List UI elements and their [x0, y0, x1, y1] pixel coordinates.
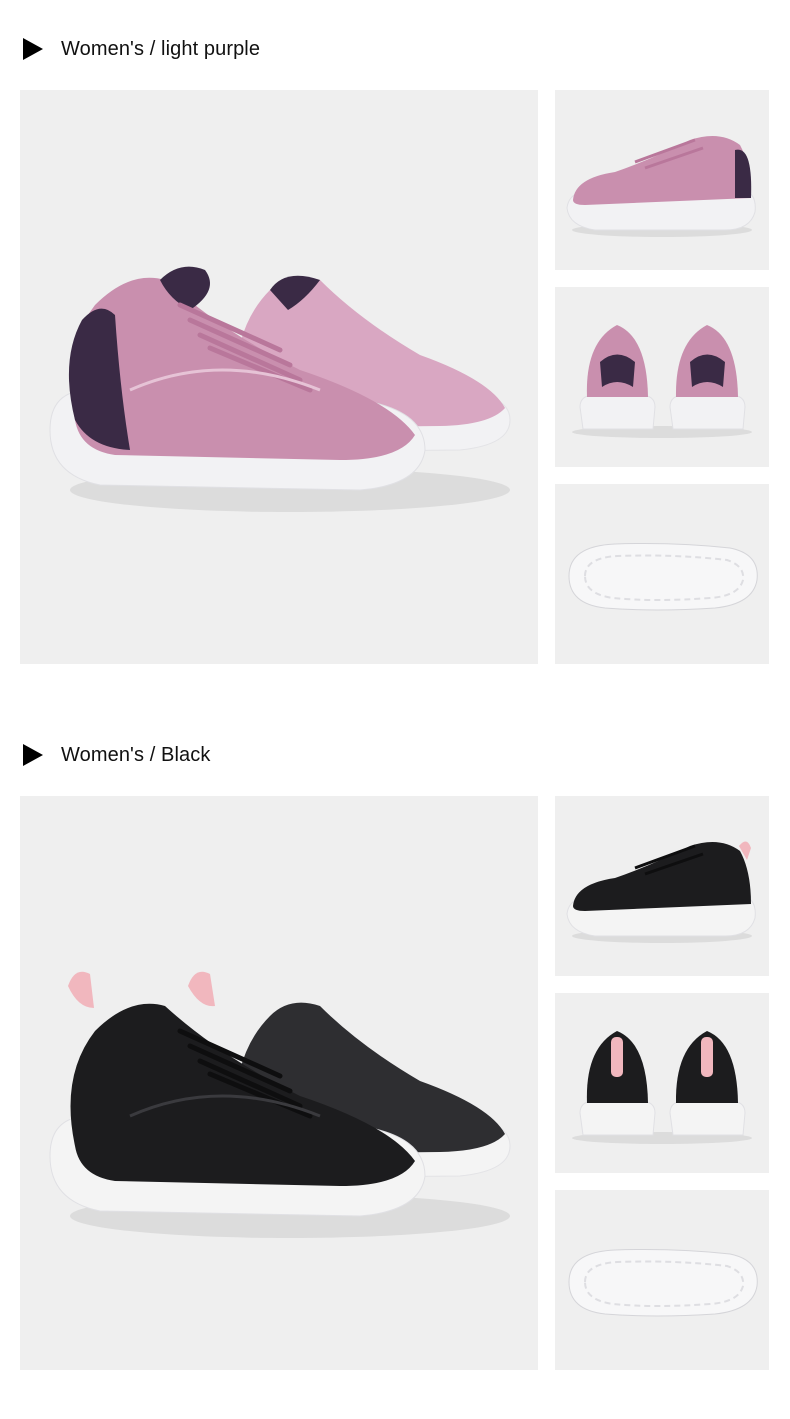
- sneaker-side-icon: [566, 841, 756, 943]
- sneaker-pair-angle-icon: [49, 266, 511, 512]
- thumbnail-sole-view[interactable]: [555, 1190, 769, 1370]
- section-title: Women's / Black: [61, 743, 211, 766]
- play-triangle-icon: [23, 38, 43, 60]
- sneaker-side-icon: [566, 136, 756, 237]
- sneaker-sole-icon: [568, 1249, 758, 1317]
- sneaker-back-pair-icon: [572, 325, 752, 438]
- sneaker-pair-angle-icon: [49, 971, 511, 1238]
- main-product-image[interactable]: [20, 796, 538, 1370]
- play-triangle-icon: [23, 744, 43, 766]
- section-header: Women's / Black: [23, 743, 210, 767]
- thumbnail-side-view[interactable]: [555, 90, 769, 270]
- thumbnail-back-view[interactable]: [555, 993, 769, 1173]
- thumbnail-sole-view[interactable]: [555, 484, 769, 664]
- colorway-section-light-purple: Women's / light purple: [0, 0, 790, 700]
- thumbnail-side-view[interactable]: [555, 796, 769, 976]
- sneaker-sole-icon: [568, 543, 758, 611]
- sneaker-back-pair-icon: [572, 1031, 752, 1144]
- section-header: Women's / light purple: [23, 37, 260, 61]
- colorway-section-black: Women's / Black: [0, 706, 790, 1406]
- section-title: Women's / light purple: [61, 37, 261, 60]
- thumbnail-back-view[interactable]: [555, 287, 769, 467]
- main-product-image[interactable]: [20, 90, 538, 664]
